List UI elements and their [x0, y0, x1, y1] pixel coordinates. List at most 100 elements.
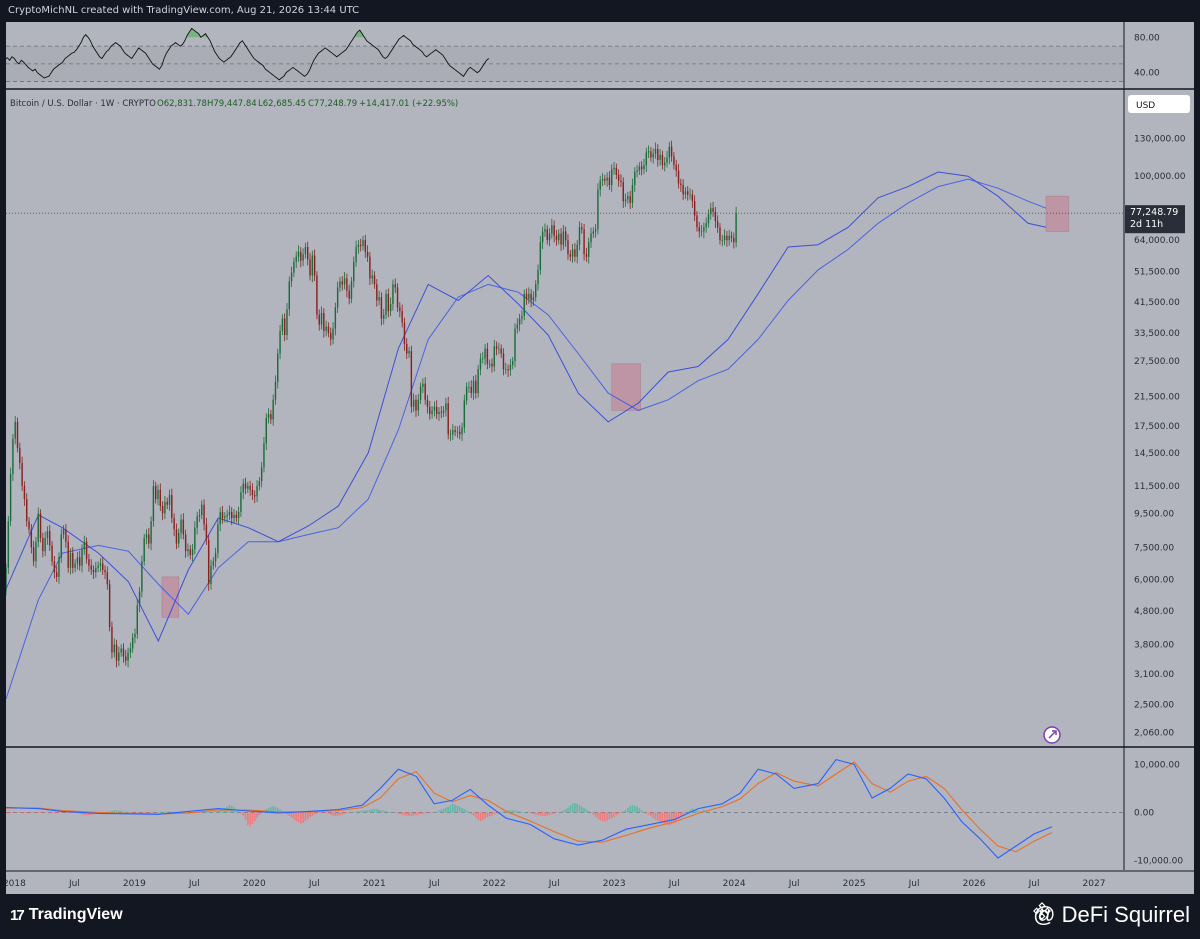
candle-body: [369, 256, 371, 279]
candle-body: [122, 648, 125, 657]
candle-body: [37, 513, 39, 542]
candle-body: [518, 318, 521, 325]
last-price-countdown: 2d 11h: [1130, 219, 1163, 230]
candle-body: [111, 626, 113, 653]
macd-histogram-bar: [210, 811, 212, 813]
candle-body: [668, 146, 671, 158]
candle-body: [726, 235, 728, 241]
macd-histogram-bar: [426, 812, 429, 813]
candle-body: [274, 381, 277, 400]
candle-body: [523, 293, 525, 316]
candle-body: [267, 414, 270, 418]
macd-histogram-bar: [212, 811, 215, 813]
candle-body: [145, 534, 148, 539]
macd-histogram-bar: [336, 812, 339, 816]
candle-body: [201, 504, 203, 515]
candle-body: [470, 386, 472, 394]
macd-histogram-bar: [415, 812, 417, 816]
macd-histogram-bar: [42, 812, 44, 813]
candle-body: [373, 275, 376, 285]
macd-histogram-bar: [198, 812, 201, 813]
macd-histogram-bar: [594, 812, 597, 817]
candle-body: [58, 557, 60, 577]
macd-histogram-bar: [327, 812, 330, 814]
candle-body: [187, 549, 189, 552]
macd-histogram-bar: [260, 812, 263, 814]
candle-body: [182, 519, 185, 535]
candle-body: [645, 152, 647, 166]
macd-histogram-bar: [7, 812, 10, 814]
currency-badge[interactable]: USD: [1128, 95, 1190, 113]
macd-histogram-bar: [247, 812, 249, 825]
macd-histogram-bar: [564, 809, 567, 813]
macd-histogram-bar: [408, 812, 410, 817]
candle-body: [198, 514, 201, 517]
macd-histogram-bar: [23, 812, 26, 814]
macd-histogram-bar: [39, 812, 42, 813]
macd-histogram-bar: [576, 803, 578, 813]
candle-body: [530, 293, 532, 301]
candle-body: [212, 561, 214, 566]
macd-histogram-bar: [256, 812, 258, 819]
macd-histogram-bar: [380, 810, 383, 813]
macd-histogram-bar: [456, 805, 459, 813]
legend-change: +14,417.01 (+22.95%): [359, 99, 458, 109]
macd-histogram-bar: [551, 812, 553, 815]
candle-body: [95, 567, 97, 573]
macd-histogram-bar: [304, 812, 307, 822]
time-tick-label: 2027: [1083, 879, 1106, 889]
macd-histogram-bar: [21, 812, 23, 813]
candle-body: [65, 529, 67, 542]
candle-body: [611, 169, 613, 186]
legend-high: H79,447.84: [207, 99, 257, 109]
candle-body: [355, 247, 357, 262]
candle-body: [242, 483, 244, 493]
macd-histogram-bar: [410, 812, 413, 816]
time-tick-label: 2024: [723, 879, 746, 889]
candle-body: [357, 244, 360, 248]
macd-histogram-bar: [65, 812, 67, 813]
candle-body: [385, 293, 387, 315]
candle-body: [599, 180, 601, 190]
candle-body: [680, 183, 682, 186]
candle-body: [184, 534, 187, 552]
macd-histogram-bar: [348, 812, 350, 813]
macd-histogram-bar: [495, 812, 498, 814]
candle-body: [622, 182, 624, 202]
candle-body: [159, 489, 162, 507]
macd-histogram-bar: [369, 809, 371, 813]
candle-body: [553, 225, 555, 236]
macd-histogram-bar: [553, 812, 555, 814]
candle-body: [240, 492, 242, 512]
candle-body: [581, 227, 583, 230]
macd-histogram-bar: [479, 812, 482, 822]
candle-body: [636, 170, 638, 172]
candle-body: [613, 167, 615, 170]
drawing-tool-icon[interactable]: [1043, 726, 1061, 744]
highlight-box: [1045, 195, 1070, 232]
candle-body: [576, 244, 578, 257]
candle-body: [28, 521, 30, 530]
candle-body: [166, 501, 168, 505]
candle-body: [657, 148, 659, 160]
macd-histogram-bar: [122, 811, 125, 813]
chart-canvas[interactable]: 80.0040.00160,000.00130,000.00100,000.00…: [6, 22, 1194, 894]
candle-body: [131, 637, 134, 649]
macd-histogram-bar: [470, 812, 473, 814]
macd-histogram-bar: [127, 812, 129, 813]
macd-histogram-bar: [399, 812, 401, 815]
candle-body: [564, 231, 567, 241]
candle-body: [643, 165, 645, 170]
candle-body: [705, 223, 707, 228]
tradingview-logo[interactable]: 17 TradingView: [10, 906, 123, 924]
time-tick-label: Jul: [1028, 879, 1040, 889]
candle-body: [691, 194, 694, 202]
macd-histogram-bar: [686, 811, 689, 813]
candle-body: [263, 443, 265, 468]
macd-histogram-bar: [640, 810, 643, 813]
candle-body: [143, 538, 145, 562]
macd-histogram-bar: [622, 811, 625, 813]
macd-histogram-bar: [638, 808, 641, 813]
macd-histogram-bar: [357, 811, 360, 813]
price-tick-label: 11,500.00: [1134, 482, 1180, 492]
